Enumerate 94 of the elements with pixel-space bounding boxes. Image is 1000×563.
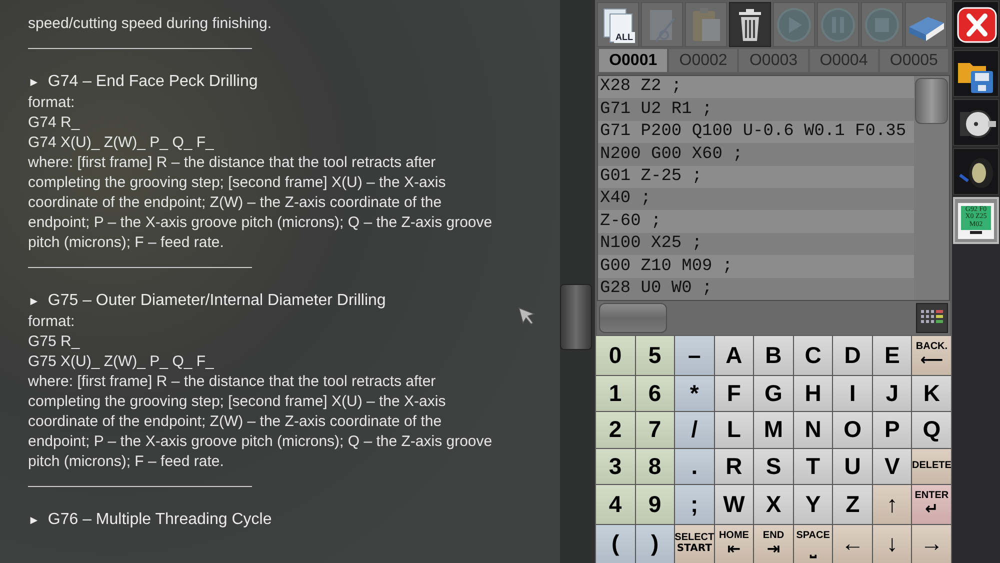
keyboard-key[interactable]: T: [794, 448, 832, 484]
keyboard-key[interactable]: A: [714, 336, 754, 374]
keyboard-key[interactable]: E: [872, 336, 912, 374]
keyboard-key[interactable]: Q: [912, 412, 951, 448]
keyboard-key[interactable]: Y: [794, 485, 832, 524]
keyboard-key[interactable]: 1: [596, 376, 635, 411]
keyboard-key[interactable]: M: [754, 412, 793, 448]
keyboard-key[interactable]: S: [754, 448, 793, 484]
keyboard-key[interactable]: X: [754, 485, 793, 524]
keyboard-key[interactable]: U: [833, 448, 872, 484]
keyboard-key[interactable]: K: [912, 376, 951, 411]
keyboard-key[interactable]: J: [872, 376, 912, 411]
code-line: G71 P200 Q100 U-0.6 W0.1 F0.35: [600, 121, 906, 144]
keyboard-toggle-button[interactable]: [916, 303, 948, 333]
keyboard-key[interactable]: F: [714, 376, 754, 411]
scrollbar-thumb[interactable]: [915, 78, 948, 124]
keyboard-key[interactable]: .: [675, 448, 714, 484]
code-line: N100 X25 ;: [600, 233, 702, 256]
keyboard-key[interactable]: *: [675, 376, 714, 411]
mouse-pointer-icon: [518, 307, 536, 325]
keyboard-key[interactable]: HOME ⇤: [714, 524, 754, 563]
format-line: G74 X(U)_ Z(W)_ P_ Q_ F_: [28, 133, 214, 153]
keyboard-key[interactable]: H: [794, 376, 832, 411]
keyboard-key[interactable]: 0: [596, 336, 635, 374]
side-tool-button[interactable]: [953, 1, 999, 48]
keyboard-key[interactable]: W: [714, 485, 754, 524]
keyboard-key[interactable]: 6: [636, 376, 674, 411]
scrollbar-thumb[interactable]: [599, 303, 667, 333]
program-tab[interactable]: O0001: [599, 49, 668, 72]
format-line: format:: [28, 312, 75, 332]
keyboard-key[interactable]: 7: [636, 412, 674, 448]
code-line: X28 Z2 ;: [600, 76, 682, 98]
keyboard-key[interactable]: C: [794, 336, 832, 374]
section-heading: G75 – Outer Diameter/Internal Diameter Drilling: [48, 291, 386, 311]
keyboard-key[interactable]: B: [754, 336, 793, 374]
icon-label: ALL: [614, 32, 635, 43]
keyboard-key[interactable]: G: [754, 376, 793, 411]
keyboard-key[interactable]: ENTER ↵: [912, 485, 951, 524]
keyboard-key[interactable]: O: [833, 412, 872, 448]
side-tool-button[interactable]: [953, 99, 999, 146]
keyboard-key[interactable]: ↓: [872, 524, 912, 563]
splitter-handle[interactable]: [560, 284, 592, 350]
keyboard-key[interactable]: →: [912, 524, 951, 563]
keyboard-key[interactable]: SPACE ⎵: [794, 524, 832, 563]
toolbar-button[interactable]: [905, 2, 947, 47]
keyboard-key[interactable]: 9: [636, 485, 674, 524]
keyboard-key[interactable]: 3: [596, 448, 635, 484]
section-heading: G76 – Multiple Threading Cycle: [48, 510, 272, 530]
arrow-icon: ►: [28, 71, 40, 93]
keyboard-key[interactable]: ;: [675, 485, 714, 524]
program-editor[interactable]: X28 Z2 ; G71 U2 R1 ; G71 P200 Q100 U-0.6 W0.1 F0.35 N200 G00 X60 ; G01 Z-25 ; X40 ; Z-60 ; N100 X25 ; G00 Z10 M09 ; G28 U0 W0 ;: [598, 76, 914, 300]
format-line: G75 R_: [28, 332, 80, 352]
code-line: N200 G00 X60 ;: [600, 144, 743, 166]
format-line: G75 X(U)_ Z(W)_ P_ Q_ F_: [28, 352, 214, 372]
arrow-icon: ►: [28, 509, 40, 531]
keyboard-key[interactable]: R: [714, 448, 754, 484]
keyboard-key[interactable]: 8: [636, 448, 674, 484]
keyboard-key[interactable]: (: [596, 524, 635, 563]
help-paragraph: where: [first frame] R – the distance that the tool retracts after completing the grooving step; [second frame] X(U) – the X-axis coordinate of the endpoint; Z(W) – the Z-axis coordinate of the endpoint; P – the X-axis groove pitch (microns); Q – the Z-axis groove pitch (microns); F – feed rate.: [28, 372, 494, 472]
keyboard-key[interactable]: I: [833, 376, 872, 411]
format-line: G74 R_: [28, 113, 80, 133]
toolbar-button[interactable]: [729, 2, 771, 47]
code-line: G00 Z10 M09 ;: [600, 256, 733, 278]
section-heading: G74 – End Face Peck Drilling: [48, 72, 258, 92]
keyboard-key[interactable]: Z: [833, 485, 872, 524]
keyboard-key[interactable]: SELECT START: [675, 524, 714, 563]
keyboard-key[interactable]: ): [636, 524, 674, 563]
keyboard-key[interactable]: –: [675, 336, 714, 374]
code-line: G71 U2 R1 ;: [600, 98, 712, 121]
side-tool-button[interactable]: [953, 50, 999, 97]
keyboard-key[interactable]: D: [833, 336, 872, 374]
code-line: Z-60 ;: [600, 210, 662, 233]
format-line: format:: [28, 93, 75, 113]
help-paragraph: where: [first frame] R – the distance that the tool retracts after completing the grooving step; [second frame] X(U) – the X-axis coordinate of the endpoint; Z(W) – the Z-axis coordinate of the endpoint; P – the X-axis groove pitch (microns); Q – the Z-axis groove pitch (microns); F – feed rate.: [28, 153, 494, 253]
code-line: G28 U0 W0 ;: [600, 278, 712, 300]
code-line: G01 Z-25 ;: [600, 166, 702, 188]
keyboard-key[interactable]: 5: [636, 336, 674, 374]
keyboard-key[interactable]: N: [794, 412, 832, 448]
code-line: X40 ;: [600, 188, 652, 210]
keyboard-key[interactable]: ↑: [872, 485, 912, 524]
keyboard-key[interactable]: V: [872, 448, 912, 484]
side-tool-button[interactable]: [953, 148, 999, 195]
keyboard-key[interactable]: /: [675, 412, 714, 448]
keyboard-key[interactable]: P: [872, 412, 912, 448]
keyboard-key[interactable]: ←: [833, 524, 872, 563]
keyboard-key[interactable]: DELETE: [912, 448, 951, 484]
toolbar-button[interactable]: ALL: [597, 2, 639, 47]
keyboard-key[interactable]: L: [714, 412, 754, 448]
keyboard-key[interactable]: 4: [596, 485, 635, 524]
keyboard-key[interactable]: 2: [596, 412, 635, 448]
keyboard-key[interactable]: END ⇥: [754, 524, 793, 563]
keyboard-key[interactable]: BACK. ⟵: [912, 336, 951, 374]
arrow-icon: ►: [28, 290, 40, 312]
help-paragraph: speed/cutting speed during finishing.: [28, 14, 273, 34]
